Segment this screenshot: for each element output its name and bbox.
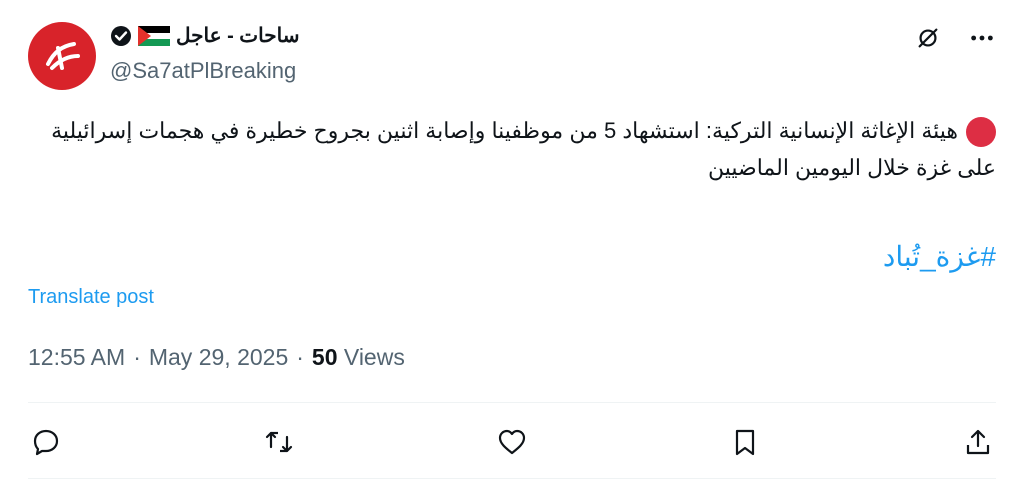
bookmark-button[interactable] <box>727 424 763 460</box>
divider <box>28 402 996 403</box>
views-count: 50 <box>311 344 338 370</box>
meta-separator: · <box>296 344 304 370</box>
views-label: Views <box>343 344 405 370</box>
reply-button[interactable] <box>28 424 64 460</box>
reply-icon <box>33 429 59 456</box>
tweet-date[interactable]: May 29, 2025 <box>149 344 288 371</box>
grok-icon[interactable] <box>914 24 942 52</box>
share-icon <box>966 429 990 455</box>
avatar[interactable] <box>28 22 96 90</box>
action-bar <box>28 424 996 460</box>
tweet-text: هيئة الإغاثة الإنسانية التركية: استشهاد … <box>40 112 996 186</box>
divider <box>28 478 996 479</box>
like-button[interactable] <box>494 424 530 460</box>
verified-badge-icon <box>111 25 131 46</box>
logo-icon <box>46 42 80 70</box>
retweet-icon <box>265 431 293 453</box>
bookmark-icon <box>735 429 755 456</box>
views: 50 Views <box>312 344 405 371</box>
tweet-body: هيئة الإغاثة الإنسانية التركية: استشهاد … <box>51 118 996 180</box>
author-handle[interactable]: @Sa7atPlBreaking <box>110 58 296 84</box>
share-button[interactable] <box>960 424 996 460</box>
tweet-meta: 12:55 AM · May 29, 2025 · 50 Views <box>28 344 405 371</box>
palestine-flag-icon <box>138 25 170 46</box>
translate-post-link[interactable]: Translate post <box>28 286 154 309</box>
meta-separator: · <box>133 344 141 370</box>
retweet-button[interactable] <box>261 424 297 460</box>
author-name-row: ساحات - عاجل <box>110 23 299 48</box>
tweet-time[interactable]: 12:55 AM <box>28 344 125 371</box>
author-display-name[interactable]: ساحات - عاجل <box>176 23 299 48</box>
more-icon[interactable] <box>968 24 996 52</box>
hashtag-link[interactable]: #غزة_تُباد <box>883 240 996 273</box>
like-icon <box>498 429 526 455</box>
red-circle-emoji-icon <box>966 117 996 148</box>
